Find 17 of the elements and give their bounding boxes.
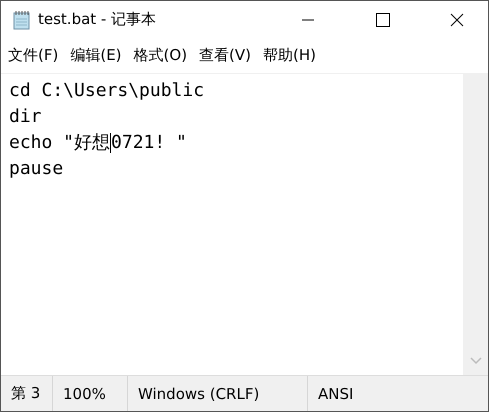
menu-item[interactable]: 帮助(H) <box>262 46 317 65</box>
status-field: ANSI <box>308 376 488 411</box>
status-field: 100% <box>53 376 128 411</box>
scroll-down-icon[interactable] <box>470 357 482 365</box>
code-line: pause <box>9 157 64 181</box>
code-line: cd C:\Users\public <box>9 79 206 103</box>
menu-item[interactable]: 格式(O) <box>132 46 188 65</box>
notepad-icon <box>13 10 31 30</box>
menu-item[interactable]: 查看(V) <box>198 46 252 65</box>
status-field: 第 3 <box>1 376 53 411</box>
scrollbar[interactable] <box>463 74 488 375</box>
code-line: dir <box>9 105 43 129</box>
code-line: echo "好想0721! " <box>9 131 188 156</box>
menu-item[interactable]: 编辑(E) <box>69 46 123 65</box>
window-title: test.bat - 记事本 <box>38 10 156 29</box>
menu-item[interactable]: 文件(F) <box>7 46 60 65</box>
status-field: Windows (CRLF) <box>128 376 308 411</box>
